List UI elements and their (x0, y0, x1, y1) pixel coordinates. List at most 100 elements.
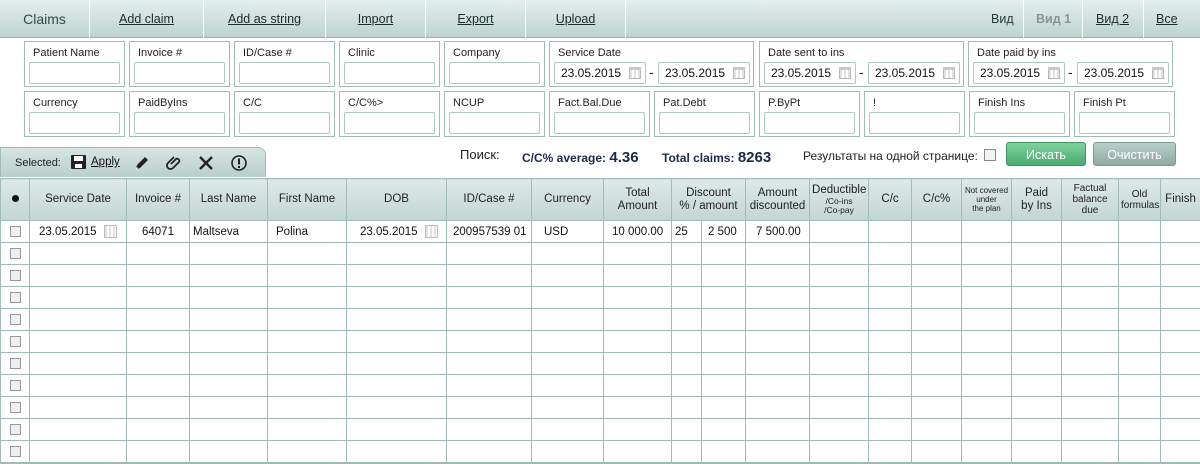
table-cell[interactable] (446, 374, 532, 397)
table-cell[interactable] (745, 418, 811, 441)
cell-currency[interactable]: USD (531, 220, 604, 243)
table-cell[interactable] (1118, 242, 1162, 265)
cell-finish[interactable] (1160, 220, 1200, 243)
table-cell[interactable] (911, 440, 963, 463)
table-cell[interactable] (126, 440, 190, 463)
table-row[interactable] (0, 352, 1200, 375)
col-cc-percent[interactable]: C/c% (911, 178, 963, 221)
table-cell[interactable] (1118, 264, 1162, 287)
table-cell[interactable] (911, 286, 963, 309)
cell-deductible[interactable] (809, 220, 870, 243)
per-page-checkbox[interactable] (984, 149, 996, 161)
table-cell[interactable] (1118, 418, 1162, 441)
table-cell[interactable] (1061, 440, 1120, 463)
table-cell[interactable] (531, 418, 604, 441)
table-cell[interactable] (1118, 352, 1162, 375)
table-cell[interactable] (700, 264, 747, 287)
table-cell[interactable] (346, 374, 447, 397)
paperclip-icon[interactable] (165, 154, 183, 172)
table-cell[interactable] (29, 286, 127, 309)
col-factual-balance[interactable]: Factual balance due (1061, 178, 1120, 221)
table-cell[interactable] (446, 242, 532, 265)
cell-id-case[interactable]: 200957539 01 (446, 220, 532, 243)
table-cell[interactable] (189, 286, 268, 309)
calendar-icon[interactable] (629, 67, 641, 79)
fact-bal-due-input[interactable] (554, 112, 645, 134)
table-cell[interactable] (961, 418, 1013, 441)
table-cell[interactable] (671, 264, 702, 287)
view-2-tab[interactable]: Вид 2 (1096, 0, 1129, 38)
table-cell[interactable] (29, 418, 127, 441)
table-cell[interactable] (346, 308, 447, 331)
table-cell[interactable] (346, 286, 447, 309)
table-cell[interactable] (671, 330, 702, 353)
table-cell[interactable] (868, 352, 913, 375)
row-checkbox[interactable] (9, 313, 21, 325)
table-cell[interactable] (1011, 308, 1063, 331)
table-cell[interactable] (267, 352, 347, 375)
table-cell[interactable] (961, 330, 1013, 353)
table-cell[interactable] (809, 330, 870, 353)
finish-pt-input[interactable] (1079, 112, 1170, 134)
table-cell[interactable] (346, 396, 447, 419)
add-as-string-link[interactable]: Add as string (204, 0, 326, 38)
table-cell[interactable] (911, 418, 963, 441)
table-cell[interactable] (1011, 440, 1063, 463)
col-last-name[interactable]: Last Name (189, 178, 268, 221)
table-cell[interactable] (961, 352, 1013, 375)
table-cell[interactable] (531, 308, 604, 331)
col-invoice[interactable]: Invoice # (126, 178, 190, 221)
table-cell[interactable] (29, 264, 127, 287)
row-checkbox[interactable] (9, 335, 21, 347)
export-link[interactable]: Export (426, 0, 526, 38)
table-cell[interactable] (671, 374, 702, 397)
finish-ins-input[interactable] (974, 112, 1065, 134)
col-finish[interactable]: Finish (1160, 178, 1200, 221)
table-cell[interactable] (671, 308, 702, 331)
table-cell[interactable] (446, 352, 532, 375)
invoice-input[interactable] (134, 62, 225, 84)
row-checkbox[interactable] (9, 357, 21, 369)
row-checkbox[interactable] (9, 379, 21, 391)
table-cell[interactable] (29, 330, 127, 353)
col-dob[interactable]: DOB (346, 178, 447, 221)
pencil-icon[interactable] (133, 154, 151, 172)
table-cell[interactable] (29, 396, 127, 419)
cell-last-name[interactable]: Maltseva (189, 220, 268, 243)
table-cell[interactable] (603, 264, 672, 287)
table-cell[interactable] (189, 396, 268, 419)
table-cell[interactable] (671, 396, 702, 419)
table-cell[interactable] (671, 418, 702, 441)
table-cell[interactable] (267, 286, 347, 309)
table-row[interactable] (0, 374, 1200, 397)
table-cell[interactable] (1011, 374, 1063, 397)
col-amount-discounted[interactable]: Amount discounted (745, 178, 811, 221)
cell-old-formulas[interactable] (1118, 220, 1162, 243)
company-input[interactable] (449, 62, 540, 84)
table-cell[interactable] (961, 264, 1013, 287)
table-cell[interactable] (961, 374, 1013, 397)
table-cell[interactable] (531, 440, 604, 463)
table-cell[interactable] (961, 308, 1013, 331)
table-cell[interactable] (267, 396, 347, 419)
table-row[interactable] (0, 396, 1200, 419)
table-cell[interactable] (29, 352, 127, 375)
import-link[interactable]: Import (326, 0, 426, 38)
table-cell[interactable] (809, 418, 870, 441)
table-cell[interactable] (446, 418, 532, 441)
table-row[interactable]: 23.05.2015 64071 Maltseva Polina 23.05.2… (0, 220, 1200, 243)
col-discount[interactable]: Discount % / amount (670, 178, 747, 221)
calendar-icon[interactable] (839, 67, 851, 79)
table-row[interactable] (0, 330, 1200, 353)
table-cell[interactable] (868, 418, 913, 441)
table-cell[interactable] (868, 242, 913, 265)
table-cell[interactable] (346, 352, 447, 375)
search-button[interactable]: Искать (1006, 142, 1086, 166)
cell-paid-by-ins[interactable] (1011, 220, 1063, 243)
table-cell[interactable] (267, 264, 347, 287)
col-first-name[interactable]: First Name (267, 178, 347, 221)
col-not-covered[interactable]: Not covered under the plan (961, 178, 1013, 221)
table-cell[interactable] (29, 440, 127, 463)
p-by-pt-input[interactable] (764, 112, 855, 134)
table-cell[interactable] (346, 264, 447, 287)
